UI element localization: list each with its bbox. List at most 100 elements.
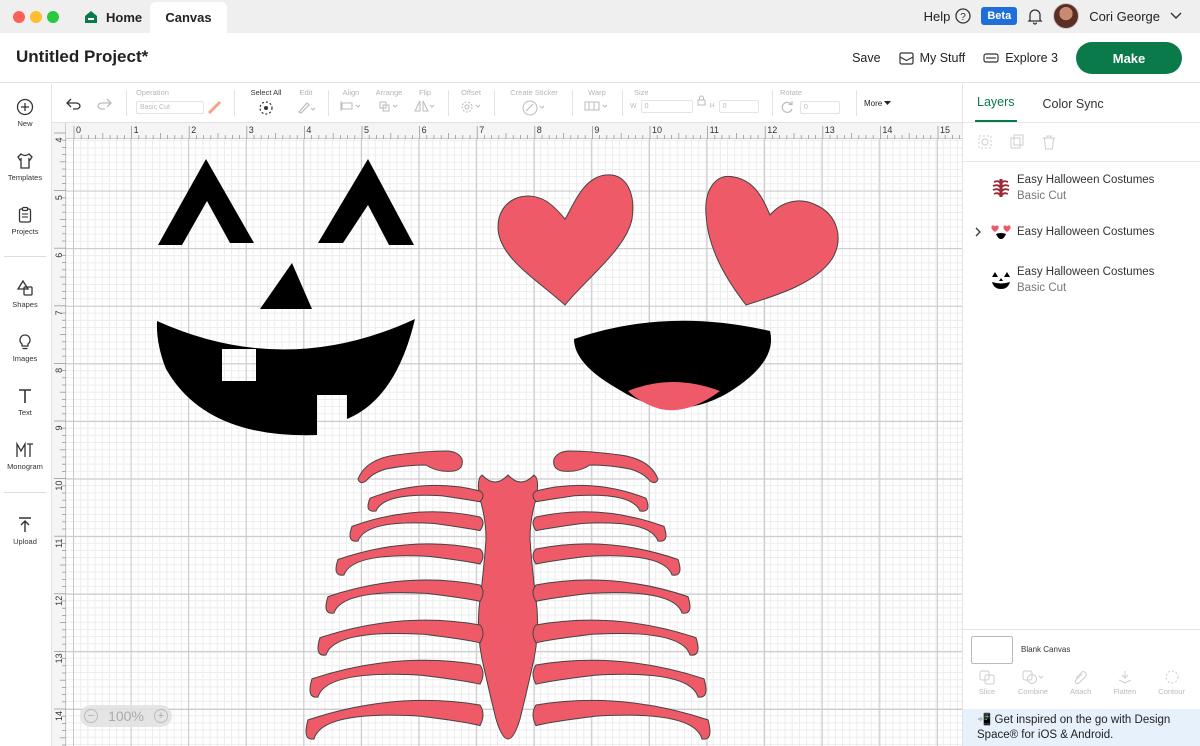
rib-left[interactable] bbox=[367, 484, 484, 512]
sternum[interactable] bbox=[477, 474, 539, 740]
heart-eyes-design[interactable] bbox=[497, 174, 839, 411]
height-input[interactable]: 0 bbox=[718, 100, 759, 113]
layer-item[interactable]: Easy Halloween Costumes Basic Cut bbox=[963, 254, 1200, 306]
zoom-in-button[interactable]: + bbox=[154, 709, 168, 723]
contour-button[interactable]: Contour bbox=[1158, 669, 1185, 707]
rib-left[interactable] bbox=[309, 659, 484, 698]
lock-icon[interactable] bbox=[697, 95, 706, 106]
minimize-window-button[interactable] bbox=[30, 11, 42, 23]
sidebar-item-projects[interactable]: Projects bbox=[0, 206, 50, 236]
sidebar-item-text[interactable]: Text bbox=[0, 387, 50, 417]
rib-left[interactable] bbox=[305, 699, 484, 740]
my-stuff-label: My Stuff bbox=[919, 51, 966, 65]
create-sticker-button[interactable]: Create Sticker bbox=[504, 88, 564, 120]
ruler-label: 7 bbox=[54, 310, 64, 315]
tab-home[interactable]: Home bbox=[76, 4, 150, 30]
rotate-control[interactable]: Rotate 0 bbox=[780, 88, 848, 120]
rib-right[interactable] bbox=[532, 511, 667, 542]
pumpkin-right-eye[interactable] bbox=[318, 159, 414, 245]
pumpkin-left-eye[interactable] bbox=[158, 159, 254, 245]
pumpkin-mouth[interactable] bbox=[156, 319, 415, 436]
ruler-label: 8 bbox=[54, 368, 64, 373]
sidebar-item-images[interactable]: Images bbox=[0, 333, 50, 363]
rib-right[interactable] bbox=[532, 659, 707, 698]
more-button[interactable]: More bbox=[864, 99, 892, 108]
rib-right[interactable] bbox=[532, 543, 681, 576]
design-canvas[interactable] bbox=[66, 139, 962, 746]
rib-left[interactable] bbox=[335, 543, 484, 576]
operation-control[interactable]: Operation Basic Cut bbox=[136, 88, 226, 120]
trash-icon[interactable] bbox=[1041, 134, 1057, 150]
rib-right[interactable] bbox=[532, 699, 711, 740]
group-icon[interactable] bbox=[977, 134, 993, 150]
tab-color-sync[interactable]: Color Sync bbox=[1043, 97, 1104, 122]
help-link[interactable]: Help ? bbox=[924, 8, 972, 24]
slice-button[interactable]: Slice bbox=[978, 669, 996, 707]
ruler-label: 6 bbox=[422, 125, 427, 135]
rib-right[interactable] bbox=[532, 484, 649, 512]
pumpkin-nose[interactable] bbox=[260, 263, 312, 309]
blank-canvas-row[interactable]: Blank Canvas bbox=[963, 629, 1200, 669]
sidebar-item-templates[interactable]: Templates bbox=[0, 152, 50, 182]
save-button[interactable]: Save bbox=[852, 51, 881, 65]
warp-button[interactable]: Warp bbox=[580, 88, 614, 120]
tab-layers[interactable]: Layers bbox=[975, 95, 1017, 122]
combine-button[interactable]: Combine bbox=[1018, 669, 1048, 707]
pumpkin-face-design[interactable] bbox=[156, 159, 415, 436]
sidebar-item-monogram[interactable]: Monogram bbox=[0, 441, 50, 471]
project-title[interactable]: Untitled Project* bbox=[16, 47, 148, 67]
machine-selector[interactable]: Explore 3 bbox=[983, 51, 1058, 65]
sidebar-item-new[interactable]: New bbox=[0, 98, 50, 128]
tab-canvas[interactable]: Canvas bbox=[150, 2, 227, 33]
toolbar-divider bbox=[572, 90, 573, 116]
rib-right[interactable] bbox=[532, 579, 691, 614]
sidebar-item-shapes[interactable]: Shapes bbox=[0, 279, 50, 309]
avatar[interactable] bbox=[1053, 3, 1080, 29]
bell-icon[interactable] bbox=[1027, 8, 1043, 25]
flip-button[interactable]: Flip bbox=[412, 88, 438, 120]
rib-left[interactable] bbox=[349, 511, 484, 542]
zoom-out-button[interactable]: − bbox=[84, 709, 98, 723]
beta-badge[interactable]: Beta bbox=[981, 7, 1018, 25]
attach-button[interactable]: Attach bbox=[1070, 669, 1091, 707]
flatten-button[interactable]: Flatten bbox=[1113, 669, 1136, 707]
ruler-label: 0 bbox=[76, 125, 81, 135]
width-input[interactable]: 0 bbox=[640, 100, 693, 113]
arrange-button[interactable]: Arrange bbox=[372, 88, 406, 120]
redo-icon[interactable] bbox=[96, 98, 112, 110]
blank-canvas-swatch[interactable] bbox=[971, 635, 1013, 664]
rib-right[interactable] bbox=[553, 450, 659, 484]
edit-button[interactable]: Edit bbox=[292, 88, 320, 120]
create-sticker-label: Create Sticker bbox=[510, 88, 558, 97]
align-icon bbox=[340, 101, 361, 111]
heart-left-eye[interactable] bbox=[497, 174, 634, 306]
layer-item[interactable]: Easy Halloween Costumes bbox=[963, 206, 1200, 258]
ruler-label: 11 bbox=[54, 539, 64, 548]
my-stuff-button[interactable]: My Stuff bbox=[898, 51, 966, 65]
sidebar-item-upload[interactable]: Upload bbox=[0, 516, 50, 546]
duplicate-icon[interactable] bbox=[1009, 134, 1025, 150]
rotate-input[interactable]: 0 bbox=[800, 100, 840, 114]
rib-left[interactable] bbox=[317, 619, 484, 656]
layer-actions-bar bbox=[963, 122, 1200, 162]
align-button[interactable]: Align bbox=[336, 88, 366, 120]
mobile-app-promo[interactable]: 📲 Get inspired on the go with Design Spa… bbox=[963, 709, 1200, 746]
rib-right[interactable] bbox=[532, 619, 699, 656]
make-button[interactable]: Make bbox=[1076, 42, 1182, 74]
undo-icon[interactable] bbox=[66, 98, 82, 110]
heart-right-eye[interactable] bbox=[705, 175, 839, 306]
offset-button[interactable]: Offset bbox=[456, 88, 486, 120]
layer-tools: Slice Combine Attach Flatten Contour bbox=[963, 669, 1200, 707]
skeleton-ribcage-design[interactable] bbox=[305, 450, 711, 740]
select-all-button[interactable]: Select All bbox=[244, 88, 288, 120]
chevron-down-icon[interactable] bbox=[1170, 12, 1182, 20]
pen-color-icon[interactable] bbox=[207, 100, 223, 114]
chevron-right-icon[interactable] bbox=[974, 227, 982, 237]
rib-left[interactable] bbox=[325, 579, 484, 614]
close-window-button[interactable] bbox=[13, 11, 25, 23]
size-control[interactable]: Size W 0 H 0 bbox=[630, 88, 766, 120]
operation-select[interactable]: Basic Cut bbox=[136, 100, 204, 114]
user-name[interactable]: Cori George bbox=[1089, 9, 1160, 24]
rib-left[interactable] bbox=[357, 450, 463, 484]
zoom-window-button[interactable] bbox=[47, 11, 59, 23]
